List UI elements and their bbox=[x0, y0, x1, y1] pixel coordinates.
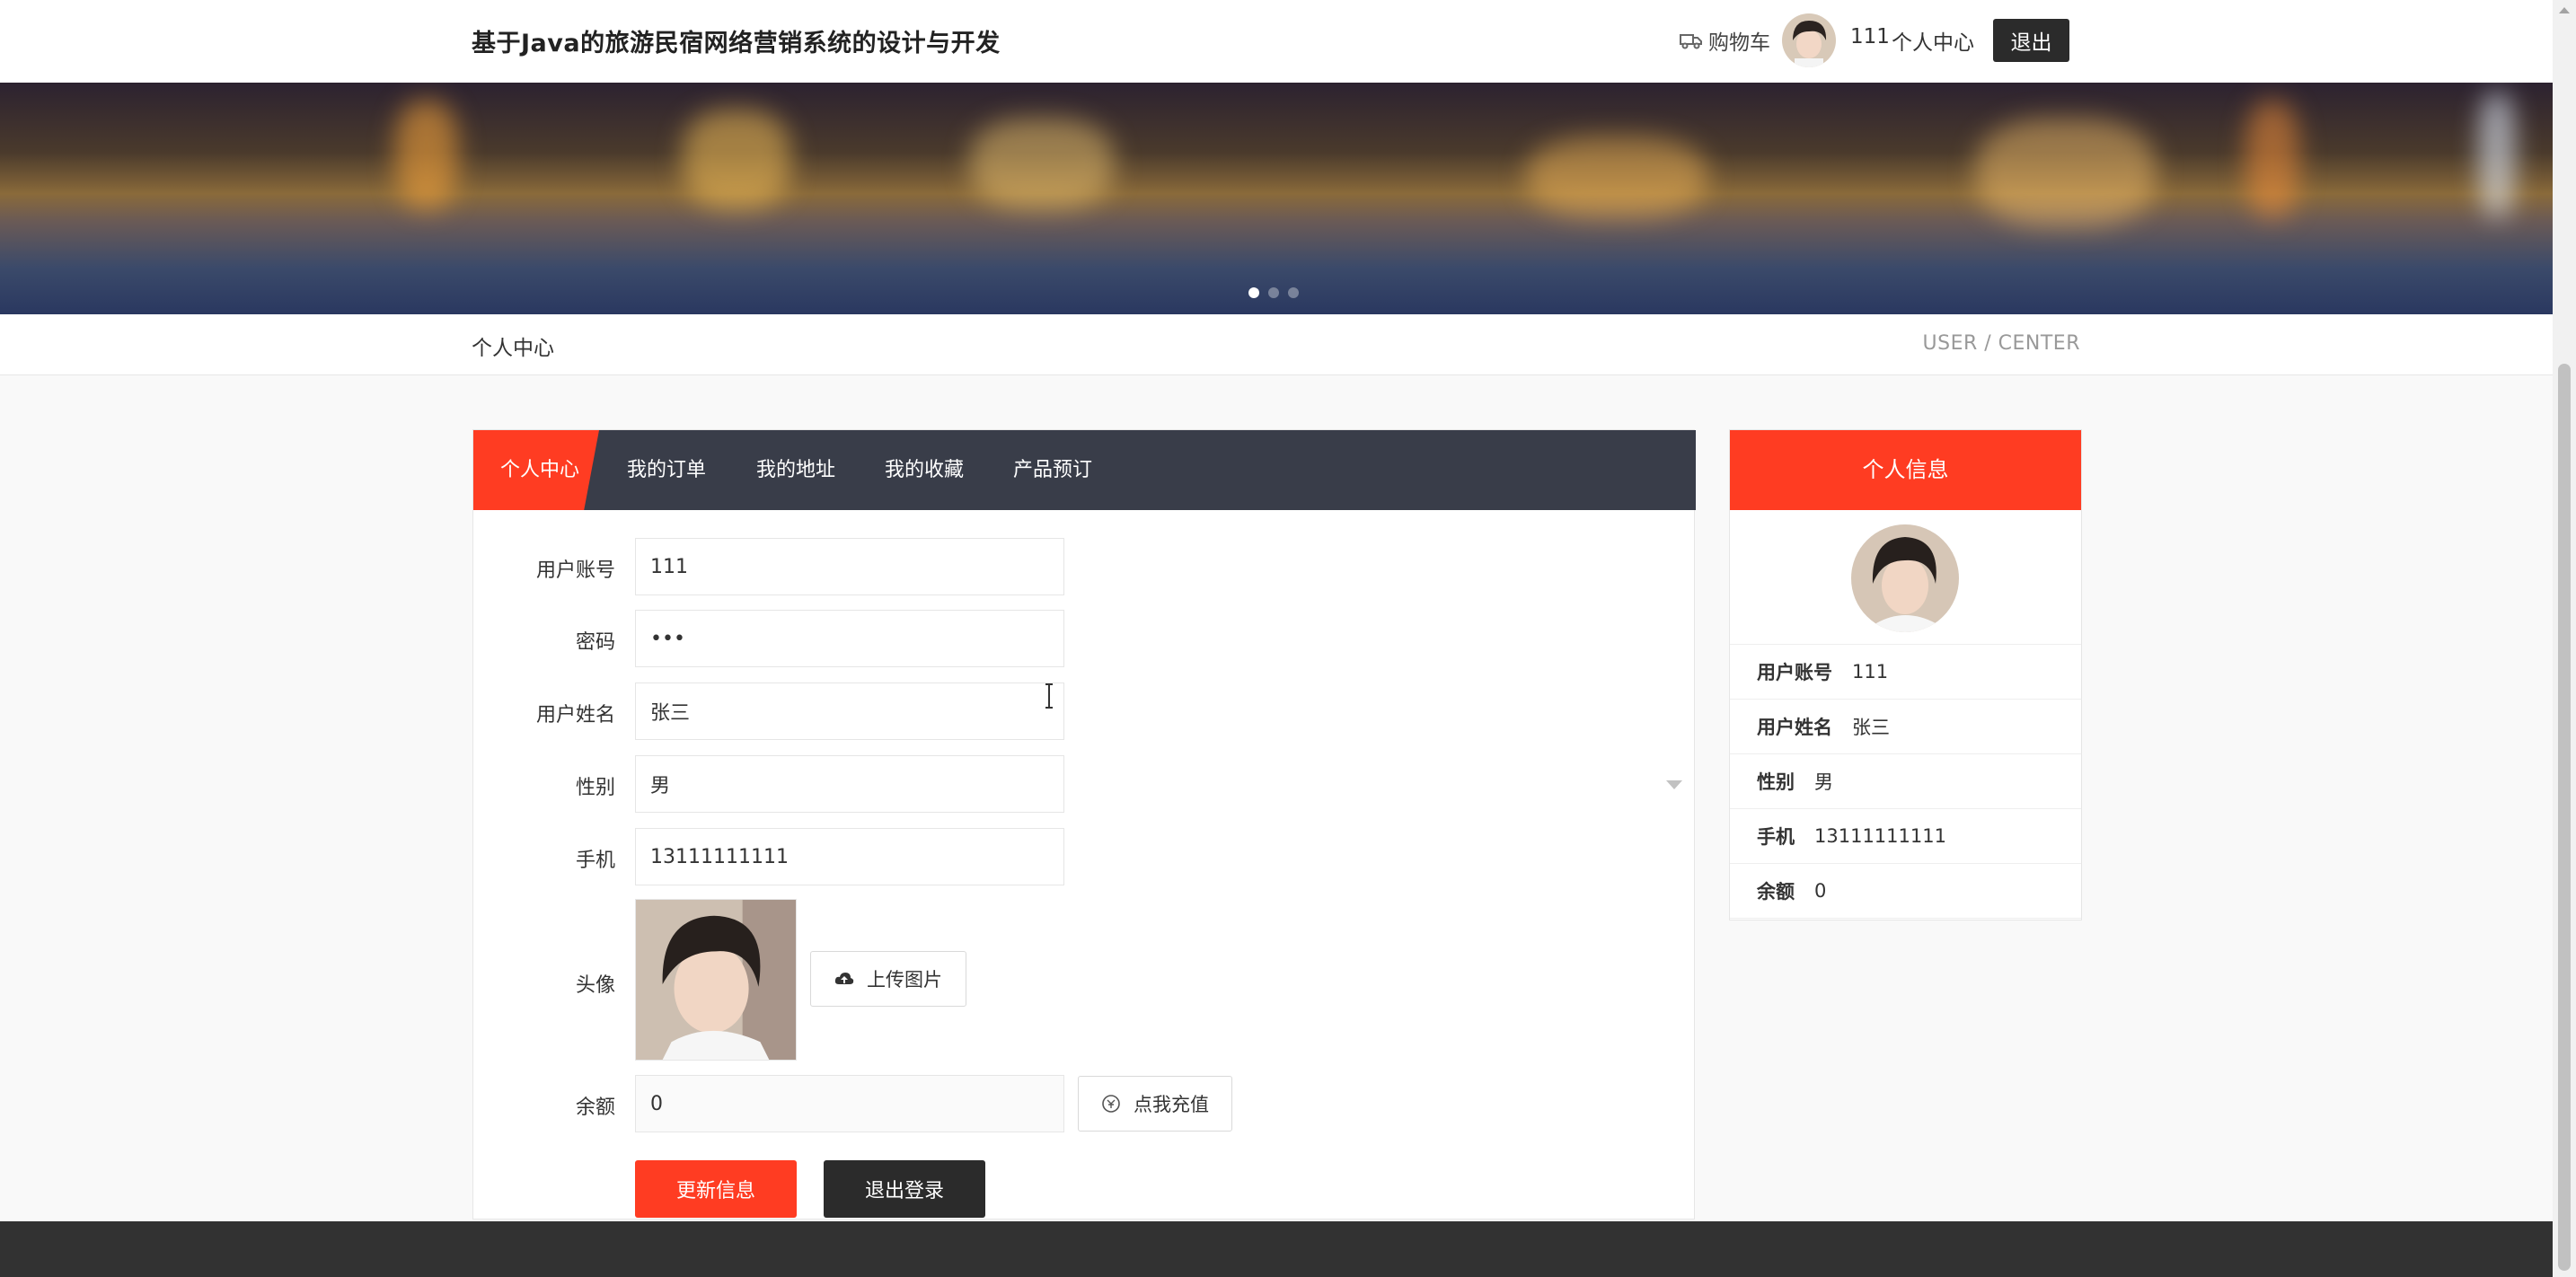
vertical-scrollbar[interactable] bbox=[2553, 0, 2576, 1277]
name-label: 用户姓名 bbox=[535, 704, 615, 727]
scrollbar-thumb[interactable] bbox=[2558, 364, 2571, 1271]
carousel-dot-1[interactable] bbox=[1248, 287, 1259, 298]
banner-light bbox=[2479, 92, 2515, 217]
info-key: 手机 bbox=[1757, 826, 1795, 848]
info-avatar bbox=[1851, 524, 1959, 632]
info-value: 111 bbox=[1852, 661, 1889, 683]
phone-label: 手机 bbox=[575, 850, 615, 872]
chevron-down-icon[interactable] bbox=[1666, 780, 1682, 789]
name-input[interactable] bbox=[635, 683, 1064, 740]
balance-label: 余额 bbox=[575, 1096, 615, 1119]
tab-bar: 个人中心 我的订单 我的地址 我的收藏 产品预订 bbox=[473, 430, 1696, 510]
carousel-indicators bbox=[1248, 287, 1299, 298]
avatar-photo bbox=[636, 900, 796, 1060]
info-row-balance: 余额 0 bbox=[1730, 864, 2081, 919]
page-footer bbox=[0, 1221, 2553, 1277]
info-key: 性别 bbox=[1757, 771, 1795, 793]
phone-input[interactable] bbox=[635, 828, 1064, 885]
info-value: 0 bbox=[1814, 880, 1827, 902]
logout-login-button[interactable]: 退出登录 bbox=[824, 1160, 985, 1218]
account-label: 用户账号 bbox=[535, 559, 615, 582]
cloud-upload-icon bbox=[834, 973, 854, 984]
banner-light bbox=[2245, 101, 2299, 217]
tab-my-address[interactable]: 我的地址 bbox=[756, 430, 835, 510]
breadcrumb-title: 个人中心 bbox=[472, 337, 554, 360]
header-username[interactable]: 111 bbox=[1850, 25, 1890, 48]
info-value: 13111111111 bbox=[1814, 825, 1946, 847]
password-input[interactable] bbox=[635, 610, 1064, 667]
user-center-panel: 个人中心 我的订单 我的地址 我的收藏 产品预订 用户账号 密码 用户姓名 性别 bbox=[472, 429, 1696, 1220]
banner-light bbox=[395, 101, 458, 208]
avatar-label: 头像 bbox=[575, 974, 615, 997]
tab-my-orders[interactable]: 我的订单 bbox=[627, 430, 706, 510]
info-avatar-image bbox=[1851, 524, 1959, 632]
banner-light bbox=[970, 119, 1114, 208]
banner-light bbox=[683, 110, 790, 208]
info-value: 张三 bbox=[1852, 717, 1890, 738]
banner-carousel[interactable] bbox=[0, 83, 2553, 314]
scroll-up-icon[interactable] bbox=[2559, 7, 2570, 13]
header-avatar[interactable] bbox=[1782, 13, 1836, 67]
header-logout-button[interactable]: 退出 bbox=[1993, 19, 2069, 62]
update-info-button[interactable]: 更新信息 bbox=[635, 1160, 797, 1218]
personal-info-card: 个人信息 用户账号 111 用户姓名 张三 性别 男 手机 1311111111… bbox=[1729, 429, 2082, 920]
info-row-name: 用户姓名 张三 bbox=[1730, 700, 2081, 754]
text-cursor-icon bbox=[1045, 683, 1053, 709]
info-key: 用户姓名 bbox=[1757, 717, 1832, 738]
user-avatar-image bbox=[1782, 13, 1836, 67]
info-row-gender: 性别 男 bbox=[1730, 754, 2081, 809]
carousel-dot-3[interactable] bbox=[1288, 287, 1299, 298]
gender-select[interactable] bbox=[635, 755, 1064, 813]
balance-input bbox=[635, 1075, 1064, 1132]
info-key: 用户账号 bbox=[1757, 662, 1832, 683]
banner-light bbox=[1976, 119, 2156, 226]
recharge-button[interactable]: 点我充值 bbox=[1078, 1076, 1232, 1132]
upload-image-label: 上传图片 bbox=[867, 969, 942, 991]
info-key: 余额 bbox=[1757, 881, 1795, 903]
info-value: 男 bbox=[1814, 771, 1833, 793]
upload-image-button[interactable]: 上传图片 bbox=[810, 951, 966, 1007]
cart-label: 购物车 bbox=[1708, 31, 1770, 55]
avatar-preview[interactable] bbox=[635, 899, 797, 1061]
account-input[interactable] bbox=[635, 538, 1064, 595]
password-label: 密码 bbox=[575, 631, 615, 654]
info-card-title: 个人信息 bbox=[1730, 430, 2081, 510]
banner-light bbox=[1527, 137, 1707, 217]
recharge-icon bbox=[1102, 1095, 1120, 1113]
truck-icon bbox=[1680, 34, 1702, 49]
top-header: 基于Java的旅游民宿网络营销系统的设计与开发 购物车 111 个人中心 退出 bbox=[0, 0, 2553, 83]
page: 基于Java的旅游民宿网络营销系统的设计与开发 购物车 111 个人中心 退出 bbox=[0, 0, 2576, 1277]
info-row-account: 用户账号 111 bbox=[1730, 645, 2081, 700]
tab-my-favorites[interactable]: 我的收藏 bbox=[885, 430, 964, 510]
gender-label: 性别 bbox=[575, 777, 615, 799]
breadcrumb-subtitle: USER / CENTER bbox=[1922, 332, 2080, 355]
carousel-dot-2[interactable] bbox=[1268, 287, 1279, 298]
header-user-center-link[interactable]: 个人中心 bbox=[1892, 25, 1974, 56]
tab-user-center[interactable]: 个人中心 bbox=[473, 430, 599, 510]
recharge-label: 点我充值 bbox=[1134, 1094, 1209, 1115]
site-title[interactable]: 基于Java的旅游民宿网络营销系统的设计与开发 bbox=[472, 23, 1001, 58]
info-row-phone: 手机 13111111111 bbox=[1730, 809, 2081, 864]
tab-product-booking[interactable]: 产品预订 bbox=[1013, 430, 1092, 510]
cart-link[interactable]: 购物车 bbox=[1680, 25, 1770, 56]
breadcrumb: 个人中心 USER / CENTER bbox=[0, 314, 2553, 375]
info-avatar-section bbox=[1730, 510, 2081, 645]
